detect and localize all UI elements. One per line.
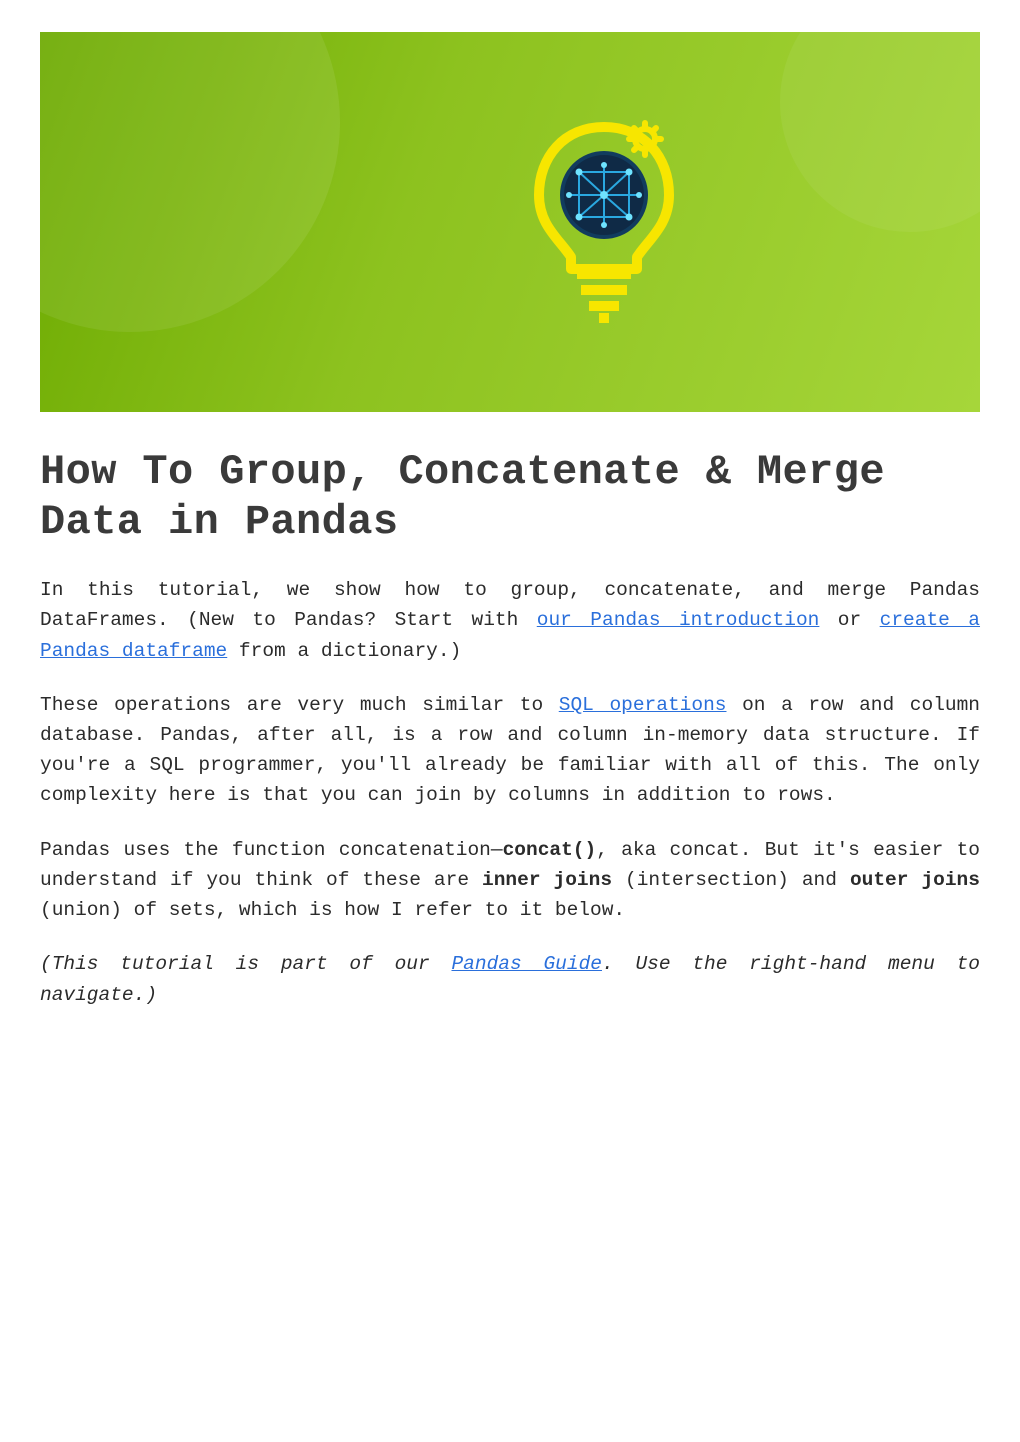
bold-inner-joins: inner joins: [482, 869, 612, 891]
paragraph-intro: In this tutorial, we show how to group, …: [40, 575, 980, 666]
page-title: How To Group, Concatenate & Merge Data i…: [40, 448, 980, 547]
paragraph-sql: These operations are very much similar t…: [40, 690, 980, 811]
italic-text: (This tutorial is part of our: [40, 953, 451, 975]
text: (union) of sets, which is how I refer to…: [40, 899, 625, 921]
text: (intersection) and: [612, 869, 850, 891]
paragraph-concat: Pandas uses the function concatenation—c…: [40, 835, 980, 926]
text: from a dictionary.): [227, 640, 461, 662]
bold-outer-joins: outer joins: [850, 869, 980, 891]
text: or: [819, 609, 879, 631]
hero-image: [40, 32, 980, 412]
lightbulb-brain-gear-icon: [519, 117, 689, 327]
text: Pandas uses the function concatenation—: [40, 839, 503, 861]
link-pandas-intro[interactable]: our Pandas introduction: [537, 609, 820, 631]
link-pandas-guide[interactable]: Pandas Guide: [451, 953, 602, 975]
bold-concat: concat(): [503, 839, 597, 861]
paragraph-guide-note: (This tutorial is part of our Pandas Gui…: [40, 949, 980, 1009]
text: These operations are very much similar t…: [40, 694, 559, 716]
link-sql-operations[interactable]: SQL operations: [559, 694, 727, 716]
